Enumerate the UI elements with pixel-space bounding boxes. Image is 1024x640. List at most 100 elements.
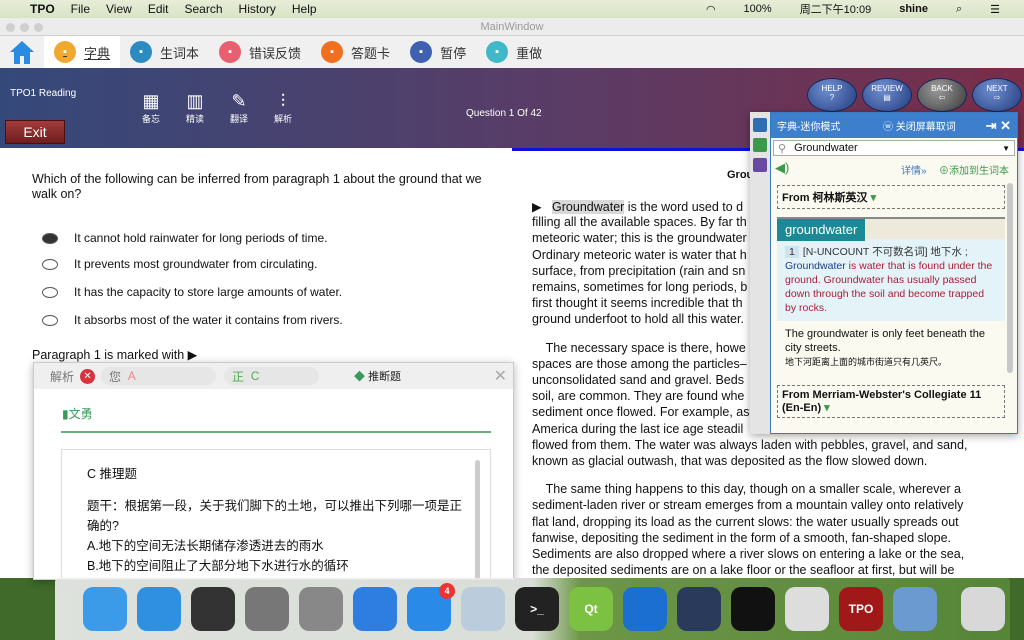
zoom-window-button[interactable] [34,23,43,32]
quicktime-icon[interactable] [677,587,721,631]
passage-line: The same thing happens to this day, thou… [532,482,961,497]
app-menu[interactable]: TPO [30,2,55,16]
launchpad-icon[interactable] [299,587,343,631]
passage-line: soil, are common. They are found whe [532,389,745,404]
menu-search[interactable]: Search [185,2,223,16]
home-icon [10,41,34,64]
answer-option[interactable]: It prevents most groundwater from circul… [42,257,317,271]
radio-button[interactable] [42,258,58,270]
menu-help[interactable]: Help [292,2,317,16]
analysis-option-b: B.地下的空间阻止了大部分地下水进行水的循环 [87,559,349,573]
battery-text[interactable]: 100% [744,3,772,15]
passage-line: the deposited sediments are on a lake fl… [532,563,955,578]
translate-button[interactable]: ✎ 翻译 [224,90,254,125]
trash-icon[interactable] [961,587,1005,631]
radio-button[interactable] [42,314,58,326]
details-link[interactable]: 详情» [901,162,927,177]
close-icon[interactable]: ✕ [1000,118,1011,133]
mission-control-icon[interactable] [191,587,235,631]
menu-edit[interactable]: Edit [148,2,169,16]
menu-history[interactable]: History [239,2,276,16]
toolbar-item-1[interactable]: ▪ 生词本 [120,36,209,68]
scrollbar[interactable] [475,460,480,579]
review-button[interactable]: REVIEW ▤ [862,78,912,112]
answer-option[interactable]: It absorbs most of the water it contains… [42,313,343,327]
menu-view[interactable]: View [106,2,132,16]
tpo-icon[interactable]: TPO [839,587,883,631]
parallels-icon[interactable] [461,587,505,631]
source-merriam-webster[interactable]: From Merriam-Webster's Collegiate 11 (En… [777,385,1005,418]
spotlight-icon[interactable]: ⌕ [956,3,962,16]
system-preferences-icon[interactable] [245,587,289,631]
notification-center-icon[interactable]: ☰ [990,3,1000,16]
help-button[interactable]: HELP? [807,78,857,112]
passage-line: filling all the available spaces. By far… [532,215,747,230]
teamviewer-icon[interactable] [623,587,667,631]
passage-line: Ordinary meteoric water is water that h [532,247,747,262]
safari-icon[interactable] [137,587,181,631]
scrollbar[interactable] [1007,183,1013,373]
analysis-stem: 题干：根据第一段，关于我们脚下的土地，可以推出下列哪一项是正确的? [87,499,463,533]
menu-file[interactable]: File [71,2,90,16]
pause-icon: ▪ [410,41,433,63]
close-window-button[interactable] [6,23,15,32]
close-capture-button[interactable]: ⓦ 关闭屏幕取词 [883,118,956,133]
qq-icon[interactable] [731,587,775,631]
close-reading-button[interactable]: ▥ 精读 [180,90,210,125]
textedit-icon[interactable] [785,587,829,631]
your-answer: 您 A [101,367,217,385]
speaker-icon[interactable]: ◀) [775,160,789,176]
dict-c-icon[interactable] [753,158,767,172]
pin-icon[interactable]: ⇥ [986,118,997,133]
menu-bar: TPO File View Edit Search History Help ◠… [0,0,1024,18]
terminal-icon[interactable]: >_ [515,587,559,631]
calendar-check-icon: ▦ [142,91,160,111]
answer-option[interactable]: It cannot hold rainwater for long period… [42,231,327,245]
clock[interactable]: 周二下午10:09 [800,1,872,17]
author-tab[interactable]: ▮文勇 [62,405,93,422]
wifi-icon[interactable]: ◠ [706,3,716,16]
edit-icon: ✎ [231,91,247,111]
toolbar-item-5[interactable]: ▪ 重做 [476,36,552,68]
toolbar-item-label: 错误反馈 [249,45,302,61]
layers-icon: ◆ [354,371,365,383]
dictionary-popup: 字典-迷你模式 ⓦ 关闭屏幕取词 ⇥ ✕ ⚲ Groundwater ▼ ◀) 详情… [750,112,1018,434]
correct-answer: 正 C [224,367,320,385]
close-icon[interactable]: ✕ [494,366,507,386]
qt-icon[interactable]: Qt [569,587,613,631]
dict-search-input[interactable]: ⚲ Groundwater ▼ [773,140,1015,156]
passage-line: surface, from precipitation (rain and sn [532,263,746,278]
app-store-icon[interactable]: 4 [407,583,455,631]
toolbar-item-2[interactable]: ▪ 错误反馈 [209,36,311,68]
dict-title: 字典-迷你模式 [777,122,841,133]
dict-book-icon[interactable] [753,138,767,152]
home-button[interactable] [0,36,44,68]
analysis-panel: 解析 ✕ 您 A 正 C ◆ 推断题 ✕ ▮文勇 C 推理题 题干：根据第一段，… [33,362,514,580]
finder-icon[interactable] [83,587,127,631]
passage-line: remains, sometimes for long periods, b [532,280,748,294]
toolbar-item-4[interactable]: ▪ 暂停 [400,36,476,68]
wrong-icon: ✕ [80,368,96,384]
toolbar-item-0[interactable]: ▪ 字典 [44,36,121,68]
passage-line: ground underfoot to hold all this water. [532,312,744,327]
redo-icon: ▪ [486,41,509,63]
back-button[interactable]: BACK ⇦ [917,78,967,112]
memo-button[interactable]: ▦ 备忘 [136,90,166,125]
minimize-window-button[interactable] [20,23,29,32]
dict-mode-icon[interactable] [753,118,767,132]
dock-icon-label: >_ [530,602,544,616]
source-collins[interactable]: From 柯林斯英汉 ▾ [777,185,1005,209]
toolbar-item-3[interactable]: ▪ 答题卡 [311,36,400,68]
add-to-vocab-button[interactable]: ⊕添加到生词本 [939,162,1009,177]
sliders-icon: ⫶ [280,91,286,111]
toolbar-item-label: 答题卡 [351,45,391,61]
next-button[interactable]: NEXT ⇨ [972,78,1022,112]
radio-button[interactable] [42,232,58,244]
user-name[interactable]: shine [899,3,928,15]
preview-icon[interactable] [893,587,937,631]
radio-button[interactable] [42,286,58,298]
qq-browser-icon[interactable] [353,587,397,631]
exit-button[interactable]: Exit [5,120,65,144]
analysis-button[interactable]: ⫶ 解析 [268,90,298,125]
answer-option[interactable]: It has the capacity to store large amoun… [42,285,342,299]
